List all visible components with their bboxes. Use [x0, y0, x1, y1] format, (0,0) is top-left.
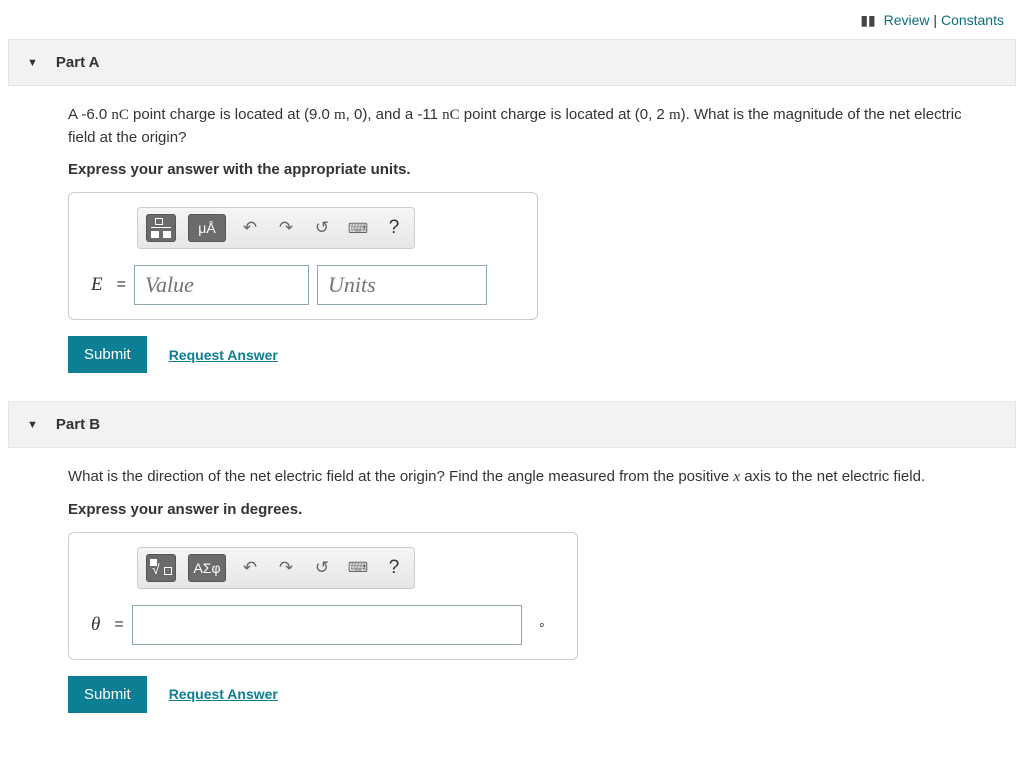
undo-icon[interactable]: ↶	[238, 558, 262, 578]
part-b-actions: Submit Request Answer	[68, 676, 976, 713]
top-links: ▮▮ Review | Constants	[8, 8, 1016, 39]
part-a-input-row: E =	[85, 265, 521, 305]
help-icon[interactable]: ?	[382, 217, 406, 239]
template-icon[interactable]	[146, 214, 176, 242]
part-b-variable: θ	[85, 614, 106, 636]
equals-sign: =	[114, 616, 123, 634]
part-a-question: A -6.0 nC point charge is located at (9.…	[68, 104, 976, 149]
units-input[interactable]	[317, 265, 487, 305]
part-a-answer-box: μÅ ↶ ↷ ↺ ⌨ ? E =	[68, 192, 538, 320]
reset-icon[interactable]: ↺	[310, 558, 334, 578]
keyboard-icon[interactable]: ⌨	[346, 220, 370, 237]
chevron-down-icon: ▼	[27, 419, 38, 431]
submit-button[interactable]: Submit	[68, 676, 147, 713]
redo-icon[interactable]: ↷	[274, 218, 298, 238]
root-template-icon[interactable]: √	[146, 554, 176, 582]
help-icon[interactable]: ?	[382, 557, 406, 579]
keyboard-icon[interactable]: ⌨	[346, 559, 370, 576]
part-b-answer-box: √ ΑΣφ ↶ ↷ ↺ ⌨ ? θ = ∘	[68, 532, 578, 660]
equals-sign: =	[117, 276, 126, 294]
reset-icon[interactable]: ↺	[310, 218, 334, 238]
part-a-variable: E	[85, 274, 109, 296]
value-input[interactable]	[134, 265, 309, 305]
part-b-title: Part B	[56, 416, 100, 433]
greek-button[interactable]: ΑΣφ	[188, 554, 226, 582]
part-a-body: A -6.0 nC point charge is located at (9.…	[8, 86, 1016, 401]
part-a-toolbar: μÅ ↶ ↷ ↺ ⌨ ?	[137, 207, 415, 249]
part-b-toolbar: √ ΑΣφ ↶ ↷ ↺ ⌨ ?	[137, 547, 415, 589]
review-link[interactable]: Review	[884, 12, 930, 28]
chevron-down-icon: ▼	[27, 57, 38, 69]
undo-icon[interactable]: ↶	[238, 218, 262, 238]
units-button[interactable]: μÅ	[188, 214, 226, 242]
redo-icon[interactable]: ↷	[274, 558, 298, 578]
book-icon: ▮▮	[860, 12, 875, 28]
angle-input[interactable]	[132, 605, 522, 645]
part-b-body: What is the direction of the net electri…	[8, 448, 1016, 741]
part-b-question: What is the direction of the net electri…	[68, 466, 976, 489]
part-a-header[interactable]: ▼ Part A	[8, 39, 1016, 86]
part-b-instruction: Express your answer in degrees.	[68, 501, 976, 518]
link-separator: |	[933, 12, 941, 28]
part-a-title: Part A	[56, 54, 100, 71]
part-b-input-row: θ = ∘	[85, 605, 561, 645]
constants-link[interactable]: Constants	[941, 12, 1004, 28]
request-answer-link[interactable]: Request Answer	[169, 686, 278, 702]
submit-button[interactable]: Submit	[68, 336, 147, 373]
request-answer-link[interactable]: Request Answer	[169, 347, 278, 363]
part-a-instruction: Express your answer with the appropriate…	[68, 161, 976, 178]
part-a-actions: Submit Request Answer	[68, 336, 976, 373]
degree-unit: ∘	[530, 617, 546, 633]
part-b-header[interactable]: ▼ Part B	[8, 401, 1016, 448]
